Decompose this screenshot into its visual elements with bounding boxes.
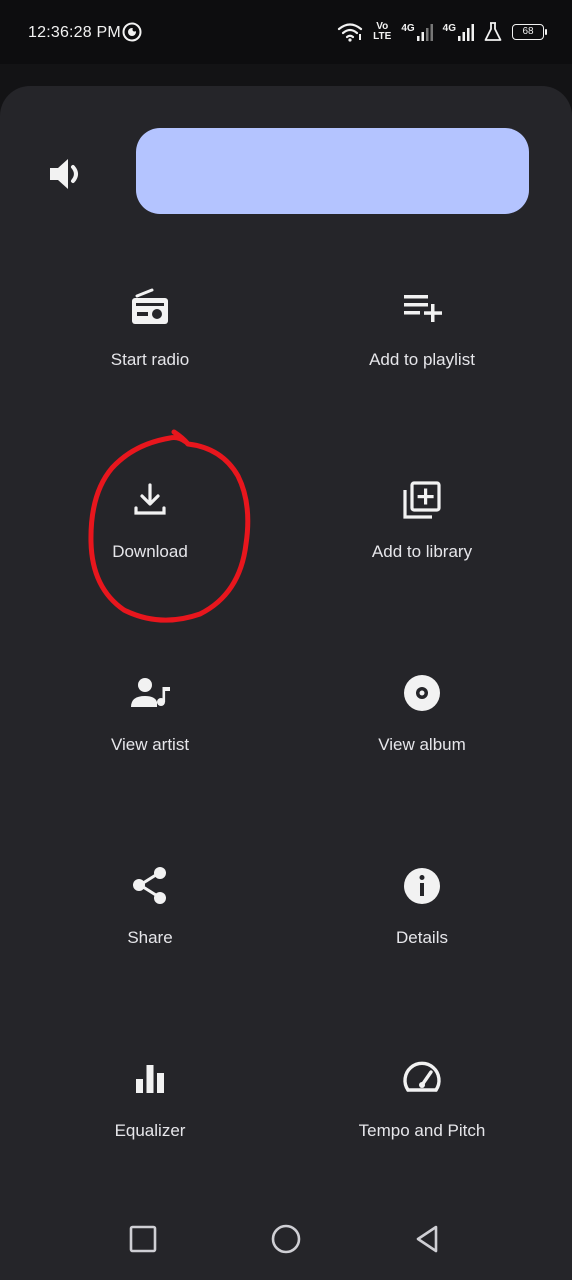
back-button[interactable] <box>410 1222 444 1256</box>
volume-icon[interactable] <box>44 150 92 198</box>
speed-icon <box>400 1057 444 1101</box>
status-bar: 12:36:28 PM Vo LTE 4G 4G 68 <box>0 0 572 64</box>
signal-1-icon: 4G <box>401 23 433 41</box>
view-artist-label: View artist <box>110 735 190 754</box>
equalizer-icon <box>128 1057 172 1101</box>
info-icon <box>400 864 444 908</box>
system-navigation-bar <box>0 1196 572 1280</box>
playlist-add-icon <box>400 286 444 330</box>
add-to-library-button[interactable]: Add to library <box>279 478 565 628</box>
add-to-library-label: Add to library <box>371 542 473 561</box>
album-icon <box>400 671 444 715</box>
details-button[interactable]: Details <box>279 864 565 1014</box>
status-time: 12:36:28 PM <box>28 24 121 41</box>
share-icon <box>128 864 172 908</box>
view-album-button[interactable]: View album <box>279 671 565 821</box>
share-label: Share <box>127 928 173 947</box>
equalizer-label: Equalizer <box>114 1121 186 1140</box>
start-radio-label: Start radio <box>110 350 190 369</box>
options-sheet <box>0 86 572 1196</box>
volte-icon: Vo LTE <box>373 21 392 42</box>
artist-icon <box>128 671 172 715</box>
equalizer-button[interactable]: Equalizer <box>7 1057 293 1207</box>
view-artist-button[interactable]: View artist <box>7 671 293 821</box>
download-icon <box>128 478 172 522</box>
add-to-playlist-label: Add to playlist <box>369 350 475 369</box>
status-indicators: Vo LTE 4G 4G 68 <box>337 18 547 46</box>
home-button[interactable] <box>269 1222 303 1256</box>
start-radio-button[interactable]: Start radio <box>7 286 293 436</box>
radio-icon <box>128 286 172 330</box>
lab-flask-icon <box>484 22 502 42</box>
recents-button[interactable] <box>126 1222 160 1256</box>
wifi-icon <box>337 22 363 42</box>
tempo-and-pitch-button[interactable]: Tempo and Pitch <box>279 1057 565 1207</box>
volume-slider[interactable] <box>136 128 529 214</box>
view-album-label: View album <box>378 735 466 754</box>
tempo-and-pitch-label: Tempo and Pitch <box>358 1121 486 1140</box>
app-notification-icon <box>122 22 142 42</box>
add-to-playlist-button[interactable]: Add to playlist <box>279 286 565 436</box>
download-label: Download <box>112 542 188 561</box>
details-label: Details <box>396 928 448 947</box>
library-add-icon <box>400 478 444 522</box>
download-button[interactable]: Download <box>7 478 293 628</box>
battery-icon: 68 <box>512 24 547 40</box>
share-button[interactable]: Share <box>7 864 293 1014</box>
signal-2-icon: 4G <box>443 23 474 41</box>
